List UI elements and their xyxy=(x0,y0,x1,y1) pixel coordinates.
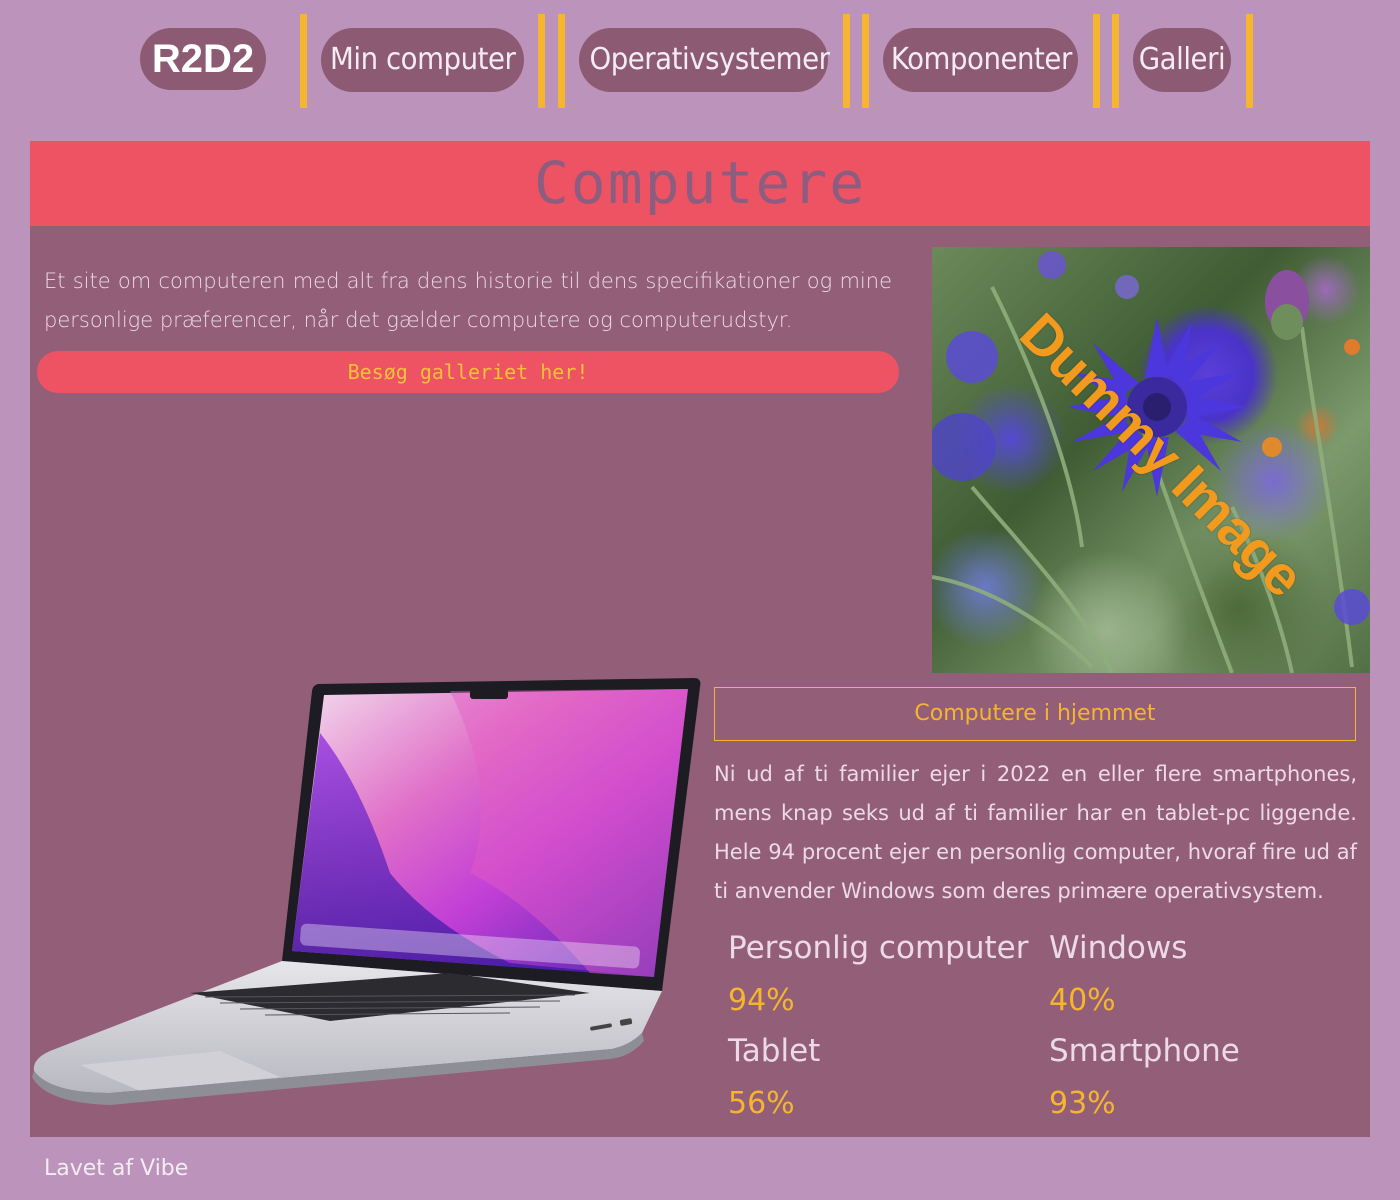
nav-divider xyxy=(843,14,850,108)
nav-item-operativsystemer[interactable]: Operativsystemer xyxy=(579,28,830,92)
stat-label-windows: Windows xyxy=(1049,930,1188,966)
top-navigation: R2D2 Min computer Operativsystemer Kompo… xyxy=(0,14,1400,108)
laptop-image xyxy=(32,678,701,1105)
stat-value-windows: 40% xyxy=(1049,983,1116,1018)
nav-divider xyxy=(1246,14,1253,108)
stat-value-tablet: 56% xyxy=(728,1086,795,1121)
nav-divider xyxy=(538,14,545,108)
footer-credit: Lavet af Vibe xyxy=(44,1156,189,1181)
page-title: Computere xyxy=(30,141,1370,226)
dummy-flower-image: Dummy Image xyxy=(932,247,1370,673)
stat-value-pc: 94% xyxy=(728,983,795,1018)
nav-item-min-computer[interactable]: Min computer xyxy=(321,28,524,92)
nav-divider xyxy=(1112,14,1119,108)
nav-divider xyxy=(862,14,869,108)
gallery-cta-button[interactable]: Besøg galleriet her! xyxy=(37,351,899,393)
stat-label-pc: Personlig computer xyxy=(728,930,1029,966)
section-body: Ni ud af ti familier ejer i 2022 en elle… xyxy=(714,762,1357,903)
nav-divider xyxy=(300,14,307,108)
stat-label-smartphone: Smartphone xyxy=(1049,1033,1240,1069)
nav-item-komponenter[interactable]: Komponenter xyxy=(883,28,1078,92)
section-heading: Computere i hjemmet xyxy=(714,687,1356,741)
main-content: Computere Et site om computeren med alt … xyxy=(30,141,1370,1137)
nav-item-galleri[interactable]: Galleri xyxy=(1133,28,1231,92)
stat-label-tablet: Tablet xyxy=(728,1033,821,1069)
site-logo[interactable]: R2D2 xyxy=(140,28,266,90)
nav-divider xyxy=(558,14,565,108)
nav-divider xyxy=(1093,14,1100,108)
stat-value-smartphone: 93% xyxy=(1049,1086,1116,1121)
intro-text: Et site om computeren med alt fra dens h… xyxy=(44,269,892,332)
